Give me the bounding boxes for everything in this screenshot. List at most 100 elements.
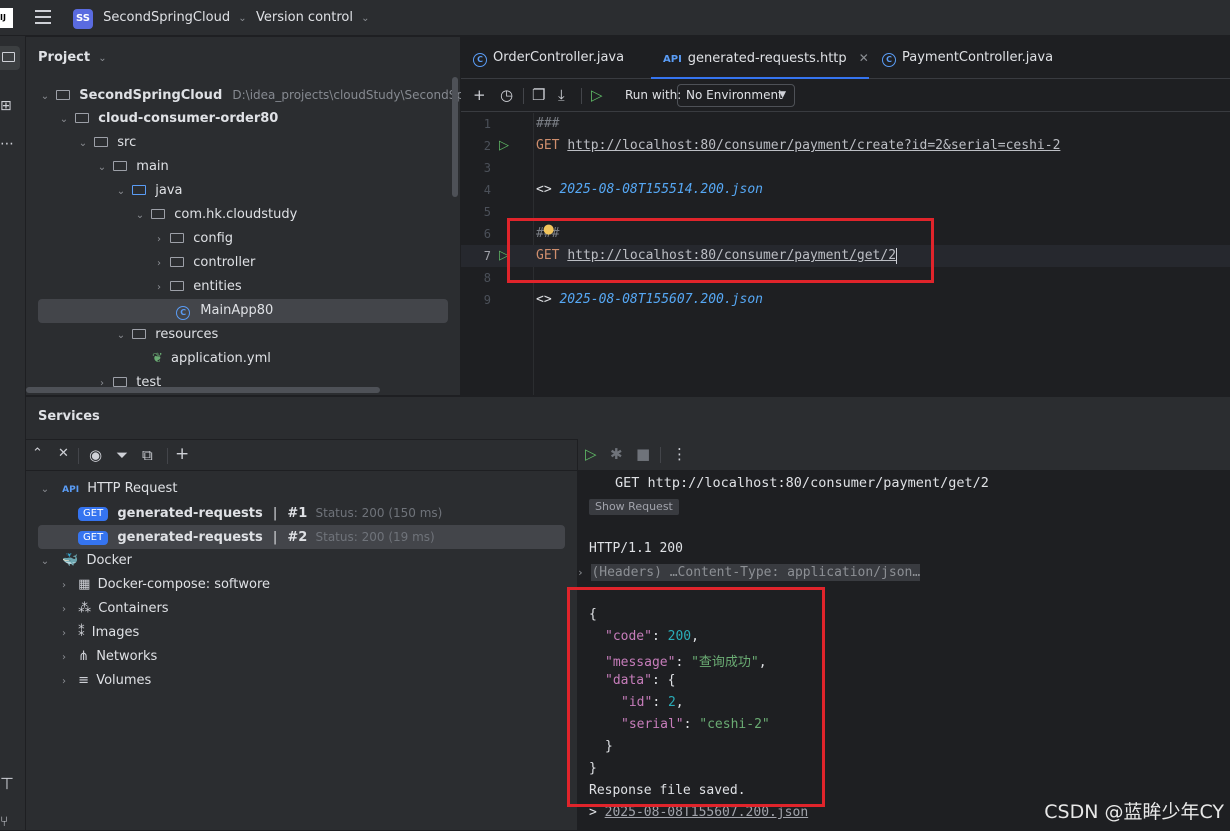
package-icon bbox=[170, 281, 184, 291]
line-1[interactable]: 1 ### bbox=[461, 113, 1230, 135]
service-label: Volumes bbox=[96, 673, 151, 688]
line-2[interactable]: 2 ▷ GET http://localhost:80/consumer/pay… bbox=[461, 135, 1230, 157]
chevron-down-icon[interactable]: ⌄ bbox=[38, 478, 52, 502]
tree-item-resources[interactable]: ⌄ resources bbox=[114, 323, 218, 347]
tree-item-package[interactable]: ⌄ com.hk.cloudstudy bbox=[133, 203, 297, 227]
filter-icon[interactable]: ⏷ bbox=[116, 446, 128, 464]
collapse-all-icon[interactable]: ✕ bbox=[58, 446, 69, 461]
vcs-menu[interactable]: Version control ⌄ bbox=[256, 6, 370, 30]
package-icon bbox=[170, 233, 184, 243]
chevron-right-icon[interactable]: › bbox=[57, 598, 71, 622]
docker-networks-item[interactable]: › ⋔ Networks bbox=[57, 645, 157, 669]
chevron-right-icon[interactable]: › bbox=[152, 252, 166, 276]
docker-compose-item[interactable]: › ▦ Docker-compose: softwore bbox=[57, 573, 270, 597]
method-badge: GET bbox=[78, 507, 108, 521]
run-request-icon[interactable]: ▷ bbox=[499, 135, 509, 157]
main-menu-icon[interactable] bbox=[35, 10, 51, 24]
tree-item-mainapp-selected[interactable]: C MainApp80 bbox=[38, 299, 448, 323]
chevron-down-icon[interactable]: ⌄ bbox=[57, 108, 71, 132]
response-headers[interactable]: › (Headers) …Content-Type: application/j… bbox=[577, 563, 920, 583]
tool-window-strip: ⊞ ⋯ ⊤ ⑂ bbox=[0, 36, 26, 830]
line-number: 5 bbox=[461, 201, 491, 223]
chevron-right-icon[interactable]: › bbox=[577, 566, 584, 579]
tree-item-main[interactable]: ⌄ main bbox=[95, 155, 169, 179]
tree-item-controller[interactable]: › controller bbox=[152, 251, 255, 275]
separator: | bbox=[273, 506, 277, 521]
tree-item-label: application.yml bbox=[171, 351, 271, 366]
tab-order-controller[interactable]: COrderController.java bbox=[473, 37, 624, 79]
tree-item-module[interactable]: ⌄ cloud-consumer-order80 bbox=[57, 107, 278, 131]
vertical-scrollbar[interactable] bbox=[452, 77, 458, 197]
package-icon bbox=[151, 209, 165, 219]
stop-icon[interactable]: ■ bbox=[636, 445, 650, 463]
copy-icon[interactable]: ❐ bbox=[532, 86, 545, 104]
debug-icon[interactable]: ✱ bbox=[610, 445, 623, 463]
line-4[interactable]: 4 <> 2025-08-08T155514.200.json bbox=[461, 179, 1230, 201]
chevron-right-icon[interactable]: › bbox=[152, 276, 166, 300]
show-request-button[interactable]: Show Request bbox=[589, 499, 679, 515]
run-all-icon[interactable]: ▷ bbox=[591, 86, 603, 104]
chevron-down-icon[interactable]: ⌄ bbox=[133, 204, 147, 228]
more-icon[interactable]: ⋯ bbox=[0, 136, 14, 152]
response-file-link[interactable]: > 2025-08-08T155607.200.json bbox=[589, 805, 808, 820]
request-run-2-selected[interactable]: GET generated-requests | #2 Status: 200 … bbox=[38, 525, 565, 549]
docker-volumes-item[interactable]: › ≡ Volumes bbox=[57, 669, 151, 693]
docker-containers-item[interactable]: › ⁂ Containers bbox=[57, 597, 169, 621]
import-icon[interactable]: ⤓ bbox=[558, 86, 565, 104]
structure-icon[interactable]: ⊞ bbox=[0, 98, 12, 114]
tab-payment-controller[interactable]: CPaymentController.java bbox=[882, 37, 1053, 79]
tree-item-label: resources bbox=[155, 327, 218, 342]
tab-generated-requests[interactable]: APIgenerated-requests.http ✕ bbox=[651, 37, 869, 79]
run-icon[interactable]: ▷ bbox=[585, 445, 597, 463]
docker-images-item[interactable]: › ⁑ Images bbox=[57, 621, 139, 645]
service-http-request[interactable]: ⌄ API HTTP Request bbox=[38, 477, 177, 501]
tree-item-label: SecondSpringCloud bbox=[79, 88, 222, 103]
tree-item-config[interactable]: › config bbox=[152, 227, 233, 251]
expand-all-icon[interactable]: ⌃ bbox=[32, 446, 43, 461]
project-panel-header[interactable]: Project ⌄ bbox=[38, 47, 107, 69]
history-icon[interactable]: ◷ bbox=[500, 86, 513, 104]
chevron-right-icon[interactable]: › bbox=[57, 646, 71, 670]
chevron-right-icon[interactable]: › bbox=[57, 574, 71, 598]
service-docker[interactable]: ⌄ 🐳 Docker bbox=[38, 549, 132, 573]
close-icon[interactable]: ✕ bbox=[859, 51, 869, 65]
chevron-down-icon[interactable]: ⌄ bbox=[114, 324, 128, 348]
chevron-right-icon[interactable]: › bbox=[152, 228, 166, 252]
line-9[interactable]: 9 <> 2025-08-08T155607.200.json bbox=[461, 289, 1230, 311]
tab-label: generated-requests.http bbox=[688, 51, 847, 66]
chevron-down-icon[interactable]: ⌄ bbox=[114, 180, 128, 204]
add-service-icon[interactable]: + bbox=[175, 444, 189, 464]
add-request-icon[interactable]: + bbox=[473, 86, 486, 104]
editor-area: COrderController.java APIgenerated-reque… bbox=[461, 37, 1230, 395]
new-tab-icon[interactable]: ⧉ bbox=[142, 446, 153, 464]
tree-item-root[interactable]: ⌄ SecondSpringCloud D:\idea_projects\clo… bbox=[38, 83, 472, 107]
project-tool-icon[interactable] bbox=[0, 46, 20, 70]
eye-icon[interactable]: ◉ bbox=[89, 446, 102, 464]
response-ref[interactable]: <> 2025-08-08T155514.200.json bbox=[536, 179, 763, 201]
git-icon[interactable]: ⑂ bbox=[0, 814, 8, 830]
response-ref[interactable]: <> 2025-08-08T155607.200.json bbox=[536, 289, 763, 311]
tree-item-application-yml[interactable]: ❦ application.yml bbox=[152, 347, 271, 371]
environment-select[interactable]: No Environment ▼ bbox=[677, 84, 795, 107]
compose-icon: ▦ bbox=[78, 577, 90, 592]
chevron-down-icon[interactable]: ⌄ bbox=[38, 550, 52, 574]
app-logo[interactable]: IJ bbox=[0, 8, 13, 28]
network-icon: ⋔ bbox=[78, 649, 89, 664]
chevron-down-icon[interactable]: ⌄ bbox=[76, 132, 90, 156]
service-label: Images bbox=[92, 625, 140, 640]
tree-item-src[interactable]: ⌄ src bbox=[76, 131, 136, 155]
chevron-down-icon[interactable]: ⌄ bbox=[95, 156, 109, 180]
vcs-menu-label: Version control bbox=[256, 10, 353, 25]
chevron-down-icon[interactable]: ⌄ bbox=[38, 85, 52, 109]
chevron-right-icon[interactable]: › bbox=[57, 622, 71, 646]
tree-item-java[interactable]: ⌄ java bbox=[114, 179, 183, 203]
line-3[interactable]: 3 bbox=[461, 157, 1230, 179]
project-switcher[interactable]: SS SecondSpringCloud ⌄ bbox=[73, 6, 247, 30]
request-run-1[interactable]: GET generated-requests | #1 Status: 200 … bbox=[78, 501, 442, 525]
horizontal-scrollbar[interactable] bbox=[26, 387, 380, 393]
more-vertical-icon[interactable]: ⋮ bbox=[672, 445, 687, 463]
services-tool-icon[interactable]: ⊤ bbox=[0, 774, 14, 793]
resources-folder-icon bbox=[132, 329, 146, 339]
chevron-right-icon[interactable]: › bbox=[57, 670, 71, 694]
tree-item-entities[interactable]: › entities bbox=[152, 275, 242, 299]
